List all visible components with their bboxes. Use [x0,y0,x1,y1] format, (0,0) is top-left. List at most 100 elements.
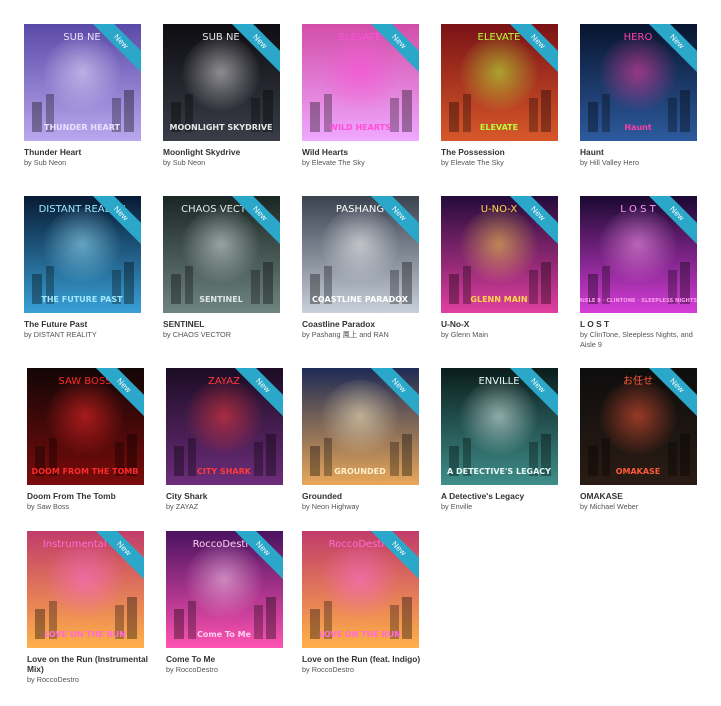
album-cover-image[interactable]: ELEVATE ELEVATE New [441,24,558,141]
cover-bottom-text: COASTLINE PARADOX [312,295,409,304]
cover-bottom-text: MOONLIGHT SKYDRIVE [169,123,272,132]
cover-top-text: ENVILLE [478,376,519,387]
album-artist: by Glenn Main [441,330,489,339]
album-card[interactable]: SUB NE MOONLIGHT SKYDRIVE New Moonlight Sky… [163,24,285,168]
album-artist: by Neon Highway [302,502,360,511]
album-title[interactable]: Come To Me [166,654,288,664]
album-cover-image[interactable]: GROUNDED New [302,368,419,485]
album-title[interactable]: Moonlight Skydrive [163,147,285,157]
album-artist: by CHAOS VECTOR [163,330,231,339]
cover-bottom-text: DOOM FROM THE TOMB [32,467,139,476]
cover-bottom-text: SENTINEL [199,295,243,304]
album-title[interactable]: U-No-X [441,319,563,329]
album-card[interactable]: Instrumental Mix LOVE ON THE RUN New Love o… [27,531,149,685]
album-card[interactable]: CHAOS VECTOR SENTINEL New SENTINEL by CHAOS … [163,196,285,340]
album-card[interactable]: RoccoDestro Come To Me New Come To Me by Roc… [166,531,288,675]
album-cover-image[interactable]: U-NO-X GLENN MAIN New [441,196,558,313]
album-title[interactable]: Thunder Heart [24,147,146,157]
album-title[interactable]: Wild Hearts [302,147,424,157]
album-artist: by RoccoDestro [166,665,218,674]
album-cover-image[interactable]: L O S T AISLE 9 · CLINTONE · SLEEPLESS NI… [580,196,697,313]
album-card[interactable]: RoccoDestro LOVE ON THE RUN New Love on the… [302,531,424,675]
album-artist: by Elevate The Sky [302,158,365,167]
album-cover-image[interactable]: ZAYAZ CITY SHARK New [166,368,283,485]
album-artist: by DISTANT REALITY [24,330,97,339]
cover-bottom-text: GLENN MAIN [470,295,527,304]
cover-bottom-text: THE FUTURE PAST [41,295,123,304]
album-artist: by Enville [441,502,473,511]
cover-bottom-text: CITY SHARK [197,467,252,476]
album-artist: by Elevate The Sky [441,158,504,167]
album-cover-image[interactable]: SUB NE THUNDER HEART New [24,24,141,141]
cover-bottom-text: OMAKASE [616,467,661,476]
cover-bottom-text: THUNDER HEART [44,123,121,132]
album-title[interactable]: The Possession [441,147,563,157]
album-cover-image[interactable]: Instrumental Mix LOVE ON THE RUN New [27,531,144,648]
cover-top-text: SUB NE [202,32,240,43]
cover-top-text: SUB NE [63,32,101,43]
album-cover-image[interactable]: PASHANG COASTLINE PARADOX New [302,196,419,313]
album-title[interactable]: Grounded [302,491,424,501]
cover-top-text: お任せ [623,374,653,387]
cover-bottom-text: WILD HEARTS [329,123,391,132]
album-artist: by Sub Neon [163,158,206,167]
album-title[interactable]: Coastline Paradox [302,319,424,329]
cover-top-text: ZAYAZ [208,376,240,387]
album-artist: by Michael Weber [580,502,639,511]
cover-bottom-text: LOVE ON THE RUN [319,630,401,639]
album-artist: by Saw Boss [27,502,70,511]
cover-top-text: ELEVATE [339,32,382,43]
album-cover-image[interactable]: CHAOS VECTOR SENTINEL New [163,196,280,313]
album-card[interactable]: L O S T AISLE 9 · CLINTONE · SLEEPLESS NI… [580,196,702,349]
album-artist: by Sub Neon [24,158,67,167]
album-cover-image[interactable]: SAW BOSS DOOM FROM THE TOMB New [27,368,144,485]
album-title[interactable]: SENTINEL [163,319,285,329]
album-artist: by RoccoDestro [27,675,79,684]
album-artist: by RoccoDestro [302,665,354,674]
album-title[interactable]: City Shark [166,491,288,501]
album-artist: by Hill Valley Hero [580,158,640,167]
album-card[interactable]: DISTANT REALITY THE FUTURE PAST New The Fut… [24,196,146,340]
album-card[interactable]: お任せ OMAKASE New OMAKASE by Michael Weber [580,368,702,512]
album-card[interactable]: U-NO-X GLENN MAIN New U-No-X by Glenn Main [441,196,563,340]
album-cover-image[interactable]: ENVILLE A DETECTIVE'S LEGACY New [441,368,558,485]
cover-top-text: ELEVATE [478,32,521,43]
cover-bottom-text: AISLE 9 · CLINTONE · SLEEPLESS NIGHTS [580,298,697,304]
album-title[interactable]: L O S T [580,319,702,329]
album-title[interactable]: Love on the Run (feat. Indigo) [302,654,424,664]
album-card[interactable]: ENVILLE A DETECTIVE'S LEGACY New A Detectiv… [441,368,563,512]
cover-bottom-text: Come To Me [197,630,252,639]
album-cover-image[interactable]: HERO Haunt New [580,24,697,141]
album-card[interactable]: HERO Haunt New Haunt by Hill Valley Hero [580,24,702,168]
cover-top-text: L O S T [620,204,656,215]
album-title[interactable]: The Future Past [24,319,146,329]
album-cover-image[interactable]: DISTANT REALITY THE FUTURE PAST New [24,196,141,313]
album-title[interactable]: Haunt [580,147,702,157]
cover-top-text: PASHANG [336,204,384,215]
album-cover-image[interactable]: SUB NE MOONLIGHT SKYDRIVE New [163,24,280,141]
cover-top-text: SAW BOSS [58,376,111,387]
album-title[interactable]: Doom From The Tomb [27,491,149,501]
album-artist: by ZAYAZ [166,502,199,511]
album-cover-image[interactable]: ELEVATE WILD HEARTS New [302,24,419,141]
cover-top-text: HERO [624,32,653,43]
album-cover-image[interactable]: RoccoDestro LOVE ON THE RUN New [302,531,419,648]
album-title[interactable]: OMAKASE [580,491,702,501]
album-card[interactable]: GROUNDED New Grounded by Neon Highway [302,368,424,512]
album-card[interactable]: SUB NE THUNDER HEART New Thunder Heart by Su… [24,24,146,168]
album-title[interactable]: A Detective's Legacy [441,491,563,501]
cover-bottom-text: GROUNDED [334,467,386,476]
album-artist: by ClinTone, Sleepless Nights, and Aisle… [580,330,693,349]
cover-bottom-text: A DETECTIVE'S LEGACY [447,467,551,476]
album-cover-image[interactable]: お任せ OMAKASE New [580,368,697,485]
album-card[interactable]: ELEVATE ELEVATE New The Possession by Elevat… [441,24,563,168]
album-card[interactable]: ZAYAZ CITY SHARK New City Shark by ZAYAZ [166,368,288,512]
album-cover-image[interactable]: RoccoDestro Come To Me New [166,531,283,648]
cover-bottom-text: LOVE ON THE RUN [44,630,126,639]
album-card[interactable]: ELEVATE WILD HEARTS New Wild Hearts by Eleva… [302,24,424,168]
album-card[interactable]: SAW BOSS DOOM FROM THE TOMB New Doom From T… [27,368,149,512]
album-artist: by Pashang 鳳上 and RAN [302,330,389,339]
album-title[interactable]: Love on the Run (Instrumental Mix) [27,654,149,674]
album-card[interactable]: PASHANG COASTLINE PARADOX New Coastline Par… [302,196,424,340]
cover-bottom-text: ELEVATE [480,123,518,132]
